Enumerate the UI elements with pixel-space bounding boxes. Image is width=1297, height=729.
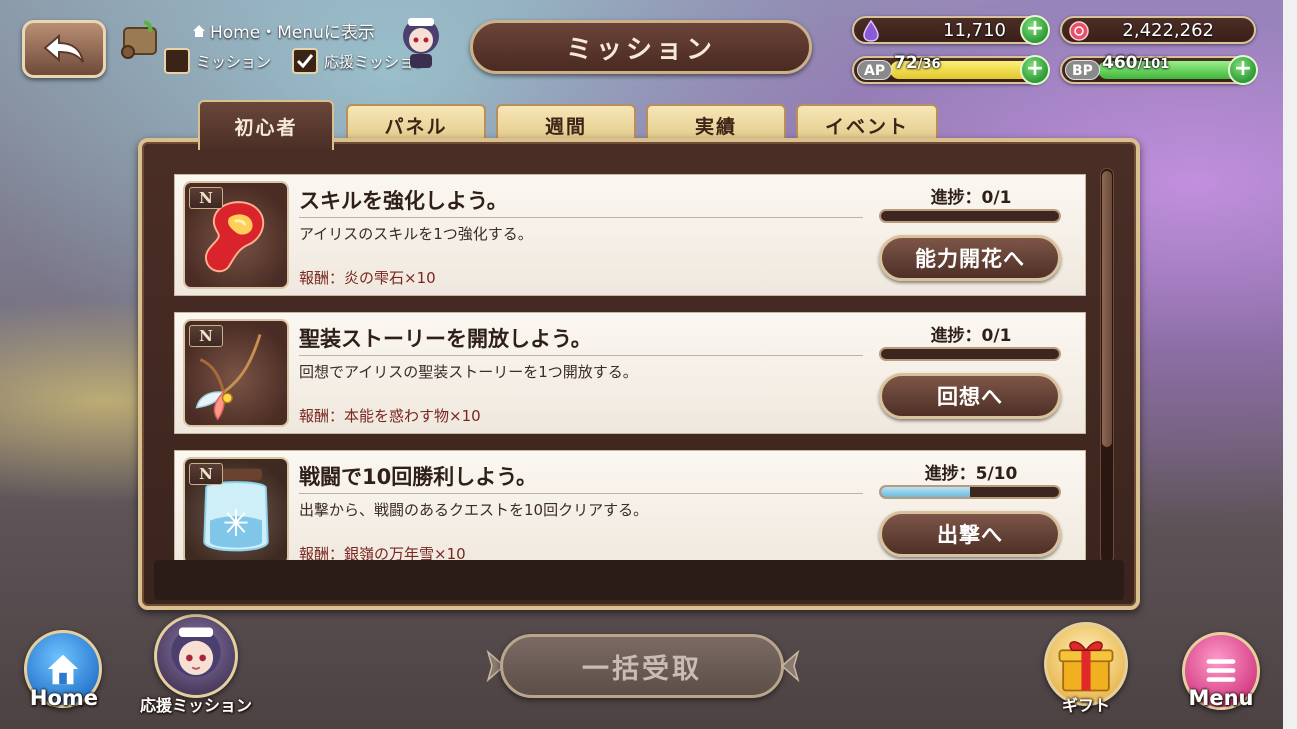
mission-reward: 報酬：炎の雫石×10 — [299, 269, 436, 287]
ap-count: 72/36 — [894, 53, 941, 73]
mission-title: 戦闘で10回勝利しよう。 — [299, 465, 537, 489]
go-skill-bloom-button[interactable]: 能力開花へ — [879, 235, 1061, 281]
progress-bar — [879, 347, 1061, 361]
mission-list[interactable]: N スキルを強化しよう。 アイリスのスキルを1つ強化する。 報酬：炎の雫石×10… — [160, 168, 1088, 564]
home-label: Home — [29, 686, 99, 710]
back-button[interactable] — [22, 20, 106, 78]
mission-description: 出撃から、戦闘のあるクエストを10回クリアする。 — [299, 501, 649, 519]
go-sortie-button[interactable]: 出撃へ — [879, 511, 1061, 557]
gem-icon — [863, 20, 879, 42]
support-mission-button[interactable] — [154, 614, 238, 698]
tab-beginner[interactable]: 初心者 — [198, 100, 334, 150]
mission-title: 聖装ストーリーを開放しよう。 — [299, 327, 592, 351]
gift-label: ギフト — [1061, 696, 1110, 715]
display-label: Home・Menuに表示 — [192, 18, 375, 43]
bp-count: 460/101 — [1102, 53, 1169, 73]
rank-badge: N — [189, 463, 223, 485]
scroll-icon — [121, 20, 157, 59]
mission-description: アイリスのスキルを1つ強化する。 — [299, 225, 533, 243]
ap-tag: AP — [857, 60, 893, 80]
panel-footer — [154, 560, 1124, 600]
rank-badge: N — [189, 325, 223, 347]
rank-badge: N — [189, 187, 223, 209]
divider — [299, 355, 863, 356]
support-checkbox[interactable] — [292, 48, 318, 74]
go-recollection-button[interactable]: 回想へ — [879, 373, 1061, 419]
divider — [299, 493, 863, 494]
mission-item: N 戦闘で10回勝利しよう。 出撃から、戦闘のあるクエストを10回クリアする。 … — [174, 450, 1086, 564]
display-settings: Home・Menuに表示 ミッション 応援ミッション — [118, 12, 448, 82]
progress-label: 進捗：0/1 — [930, 326, 1012, 346]
page-title: ミッション — [470, 20, 812, 74]
maid-chibi-icon — [171, 627, 221, 677]
ap-max: /36 — [917, 57, 941, 72]
mission-reward-thumbnail: N — [183, 319, 289, 427]
ap-current: 72 — [894, 53, 918, 73]
home-icon — [47, 654, 79, 685]
bp-current: 460 — [1102, 53, 1138, 73]
add-bp-button[interactable]: + — [1228, 55, 1258, 85]
scrollbar-thumb[interactable] — [1102, 171, 1112, 447]
mission-reward-thumbnail: N — [183, 457, 289, 564]
back-arrow-icon — [43, 33, 84, 63]
mission-panel: N スキルを強化しよう。 アイリスのスキルを1つ強化する。 報酬：炎の雫石×10… — [138, 138, 1140, 610]
menu-label: Menu — [1188, 686, 1254, 710]
mission-item: N スキルを強化しよう。 アイリスのスキルを1つ強化する。 報酬：炎の雫石×10… — [174, 174, 1086, 296]
hamburger-menu-icon — [1206, 659, 1236, 682]
bp-max: /101 — [1137, 57, 1170, 72]
progress-label: 進捗：0/1 — [930, 188, 1012, 208]
add-gems-button[interactable]: + — [1020, 15, 1050, 45]
progress-bar — [879, 485, 1061, 499]
gem-value: 11,710 — [943, 20, 1006, 41]
add-ap-button[interactable]: + — [1020, 55, 1050, 85]
scrollbar[interactable] — [1100, 168, 1114, 564]
gift-box-icon — [1058, 641, 1114, 692]
mission-item: N 聖装ストーリーを開放しよう。 回想でアイリスの聖装ストーリーを1つ開放する。… — [174, 312, 1086, 434]
mission-checkbox[interactable] — [164, 48, 190, 74]
home-mini-icon — [193, 24, 205, 37]
bp-gauge: BP 460/101 + — [1060, 53, 1258, 85]
coin-icon — [1069, 21, 1089, 41]
mission-reward-thumbnail: N — [183, 181, 289, 289]
gem-counter: 11,710 + — [852, 15, 1050, 45]
mission-title: スキルを強化しよう。 — [299, 189, 508, 213]
bulk-receive-button[interactable]: 一括受取 — [500, 634, 784, 698]
mission-checkbox-label: ミッション — [196, 52, 272, 71]
ap-gauge: AP 72/36 + — [852, 53, 1050, 85]
support-mission-label: 応援ミッション — [139, 696, 252, 715]
display-label-text: Home・Menuに表示 — [210, 23, 375, 43]
mission-reward: 報酬：本能を惑わす物×10 — [299, 407, 481, 425]
divider — [299, 217, 863, 218]
ornament-right-icon — [780, 649, 800, 683]
mission-description: 回想でアイリスの聖装ストーリーを1つ開放する。 — [299, 363, 638, 381]
maid-chibi-icon — [403, 18, 439, 68]
progress-label: 進捗：5/10 — [924, 464, 1018, 484]
mission-display-toggle[interactable]: ミッション — [164, 48, 271, 74]
gold-counter: 2,422,262 — [1060, 16, 1256, 44]
checkmark-icon — [296, 54, 314, 69]
gold-value: 2,422,262 — [1122, 20, 1214, 41]
bp-tag: BP — [1065, 60, 1100, 80]
progress-bar — [879, 209, 1061, 223]
progress-fill — [881, 487, 970, 497]
